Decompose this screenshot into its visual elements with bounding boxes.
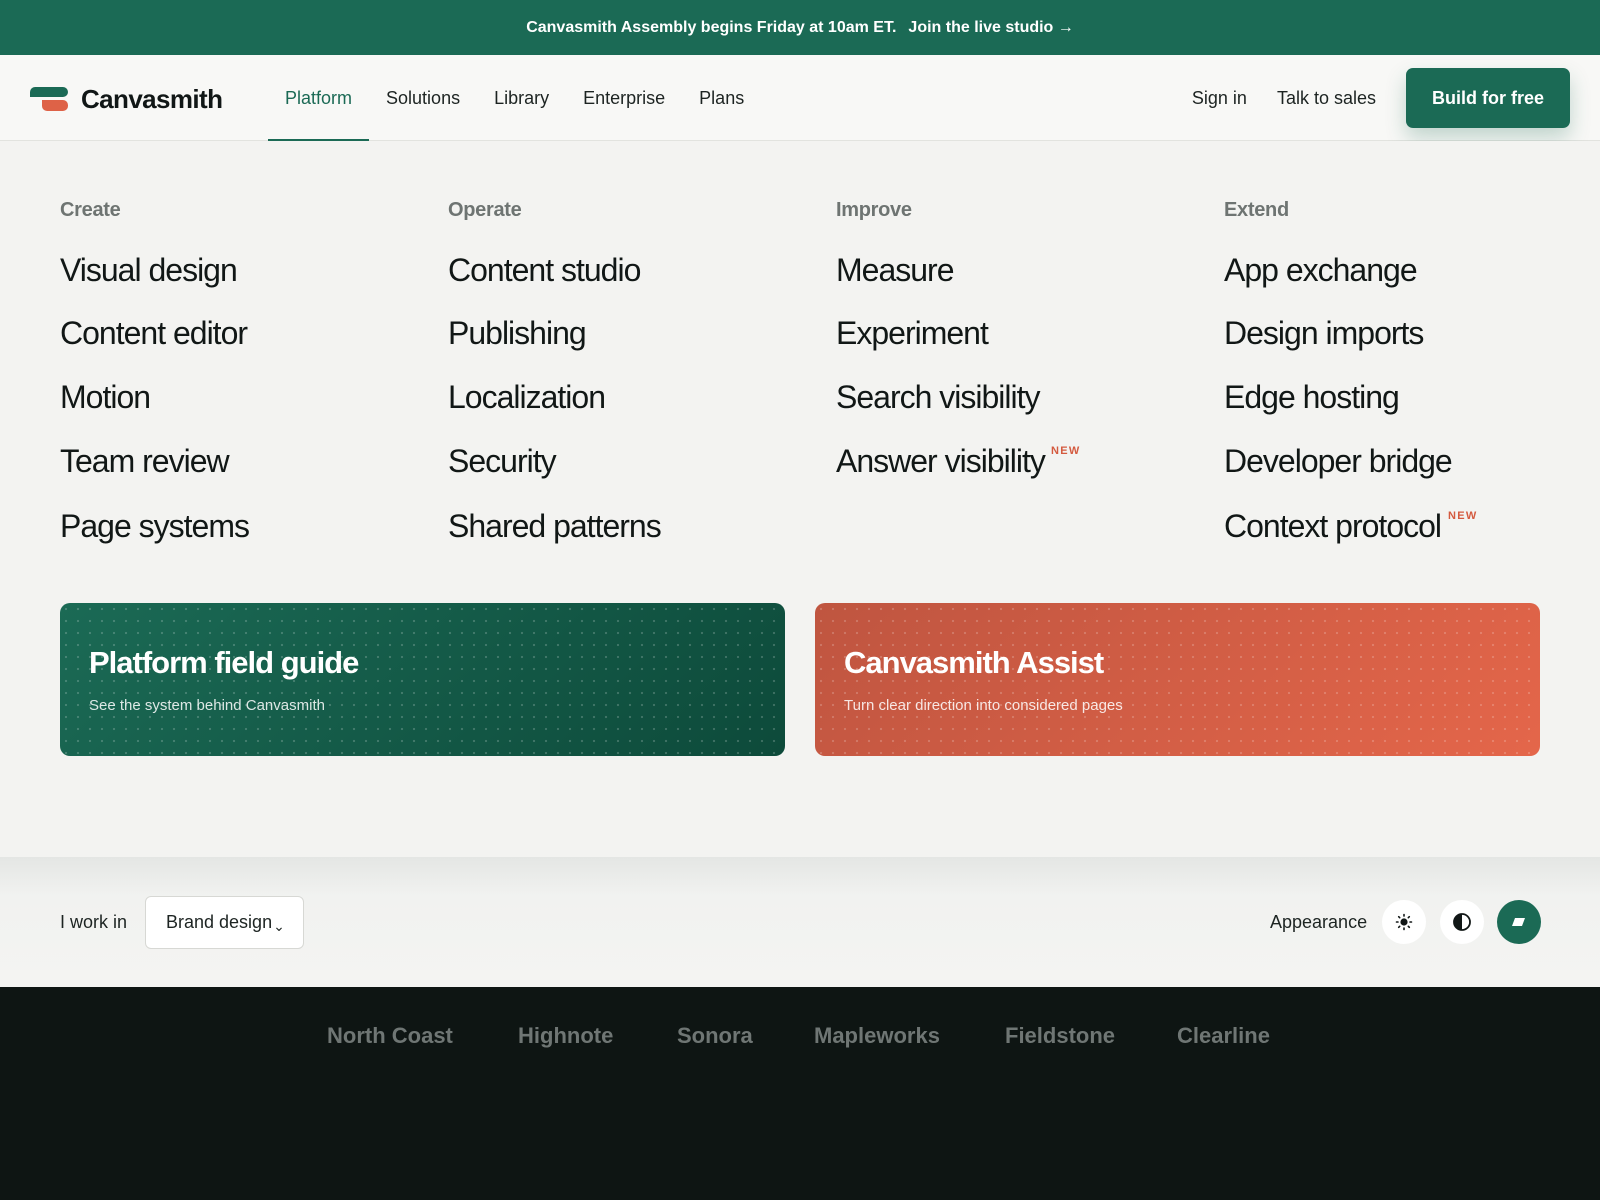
menu-item-team-review[interactable]: Team review xyxy=(60,443,230,480)
menu-item-motion[interactable]: Motion xyxy=(60,379,151,416)
announcement-banner: Canvasmith Assembly begins Friday at 10a… xyxy=(0,0,1600,55)
nav-item-platform[interactable]: Platform xyxy=(268,55,370,142)
contrast-icon xyxy=(1453,913,1471,931)
menu-item-publishing[interactable]: Publishing xyxy=(448,315,587,352)
logo[interactable]: Canvasmith xyxy=(30,84,223,115)
top-navigation: Canvasmith Platform Solutions Library En… xyxy=(0,55,1600,142)
new-badge: NEW xyxy=(1448,510,1478,522)
menu-item-shared-patterns[interactable]: Shared patterns xyxy=(448,508,662,545)
promo-title: Platform field guide xyxy=(89,645,359,680)
menu-item-content-studio[interactable]: Content studio xyxy=(448,252,641,289)
menu-column-extend: Extend App exchange Design imports Edge … xyxy=(1224,199,1476,544)
menu-item-security[interactable]: Security xyxy=(448,443,557,480)
menu-column-create: Create Visual design Content editor Moti… xyxy=(60,199,250,544)
appearance-label: Appearance xyxy=(1270,912,1368,932)
banner-link[interactable]: Join the live studio → xyxy=(908,19,1073,37)
menu-item-edge-hosting[interactable]: Edge hosting xyxy=(1224,379,1400,416)
work-select[interactable]: Brand design ⌄ xyxy=(145,896,304,949)
brand-logo-mapleworks: Mapleworks xyxy=(814,1023,940,1048)
work-label: I work in xyxy=(60,912,128,932)
menu-item-page-systems[interactable]: Page systems xyxy=(60,508,250,545)
work-select-value: Brand design xyxy=(166,912,273,932)
menu-item-localization[interactable]: Localization xyxy=(448,379,606,416)
brand-theme-icon xyxy=(1512,918,1525,926)
customer-logos-strip xyxy=(0,988,1600,1200)
logo-mark-icon xyxy=(30,86,68,113)
main-nav: Platform Solutions Library Enterprise Pl… xyxy=(268,55,761,142)
promo-title: Canvasmith Assist xyxy=(844,645,1104,680)
nav-item-library[interactable]: Library xyxy=(477,55,566,141)
brand-logo-sonora: Sonora xyxy=(677,1023,753,1048)
platform-field-guide-card[interactable]: Platform field guide See the system behi… xyxy=(60,603,785,756)
header-actions: Sign in Talk to sales Build for free xyxy=(1192,68,1570,128)
menu-column-operate: Operate Content studio Publishing Locali… xyxy=(448,199,662,544)
brand-theme-button[interactable] xyxy=(1497,900,1541,944)
menu-item-context-protocol[interactable]: Context protocol xyxy=(1224,508,1442,545)
new-badge: NEW xyxy=(1051,445,1081,457)
menu-item-content-editor[interactable]: Content editor xyxy=(60,315,248,352)
talk-to-sales-link[interactable]: Talk to sales xyxy=(1277,88,1376,109)
nav-item-solutions[interactable]: Solutions xyxy=(369,55,477,141)
menu-item-app-exchange[interactable]: App exchange xyxy=(1224,252,1418,289)
menu-item-measure[interactable]: Measure xyxy=(836,252,954,289)
brand-logo-highnote: Highnote xyxy=(518,1023,614,1048)
menu-column-improve: Improve Measure Experiment Search visibi… xyxy=(836,199,1079,479)
column-heading: Extend xyxy=(1224,199,1289,221)
column-heading: Create xyxy=(60,199,121,221)
promo-subtitle: Turn clear direction into considered pag… xyxy=(844,697,1123,714)
light-theme-button[interactable] xyxy=(1382,900,1426,944)
brand-logo-fieldstone: Fieldstone xyxy=(1005,1023,1116,1048)
menu-item-answer-visibility[interactable]: Answer visibility xyxy=(836,443,1046,480)
menu-item-search-visibility[interactable]: Search visibility xyxy=(836,379,1041,416)
logo-text: Canvasmith xyxy=(81,84,223,114)
chevron-down-icon: ⌄ xyxy=(273,918,285,934)
menu-item-visual-design[interactable]: Visual design xyxy=(60,252,238,289)
build-for-free-button[interactable]: Build for free xyxy=(1405,68,1570,128)
brand-logo-north-coast: North Coast xyxy=(327,1023,453,1048)
banner-text: Canvasmith Assembly begins Friday at 10a… xyxy=(526,18,897,36)
column-heading: Operate xyxy=(448,199,522,221)
menu-item-experiment[interactable]: Experiment xyxy=(836,315,989,352)
nav-item-enterprise[interactable]: Enterprise xyxy=(566,55,682,141)
sign-in-link[interactable]: Sign in xyxy=(1192,88,1247,109)
menu-item-design-imports[interactable]: Design imports xyxy=(1224,315,1424,352)
promo-subtitle: See the system behind Canvasmith xyxy=(89,697,325,714)
sun-icon xyxy=(1395,913,1413,931)
column-heading: Improve xyxy=(836,199,912,221)
brand-logo-clearline: Clearline xyxy=(1177,1023,1270,1048)
menu-item-developer-bridge[interactable]: Developer bridge xyxy=(1224,443,1453,480)
nav-item-plans[interactable]: Plans xyxy=(682,55,761,141)
contrast-theme-button[interactable] xyxy=(1440,900,1484,944)
canvasmith-assist-card[interactable]: Canvasmith Assist Turn clear direction i… xyxy=(815,603,1540,756)
